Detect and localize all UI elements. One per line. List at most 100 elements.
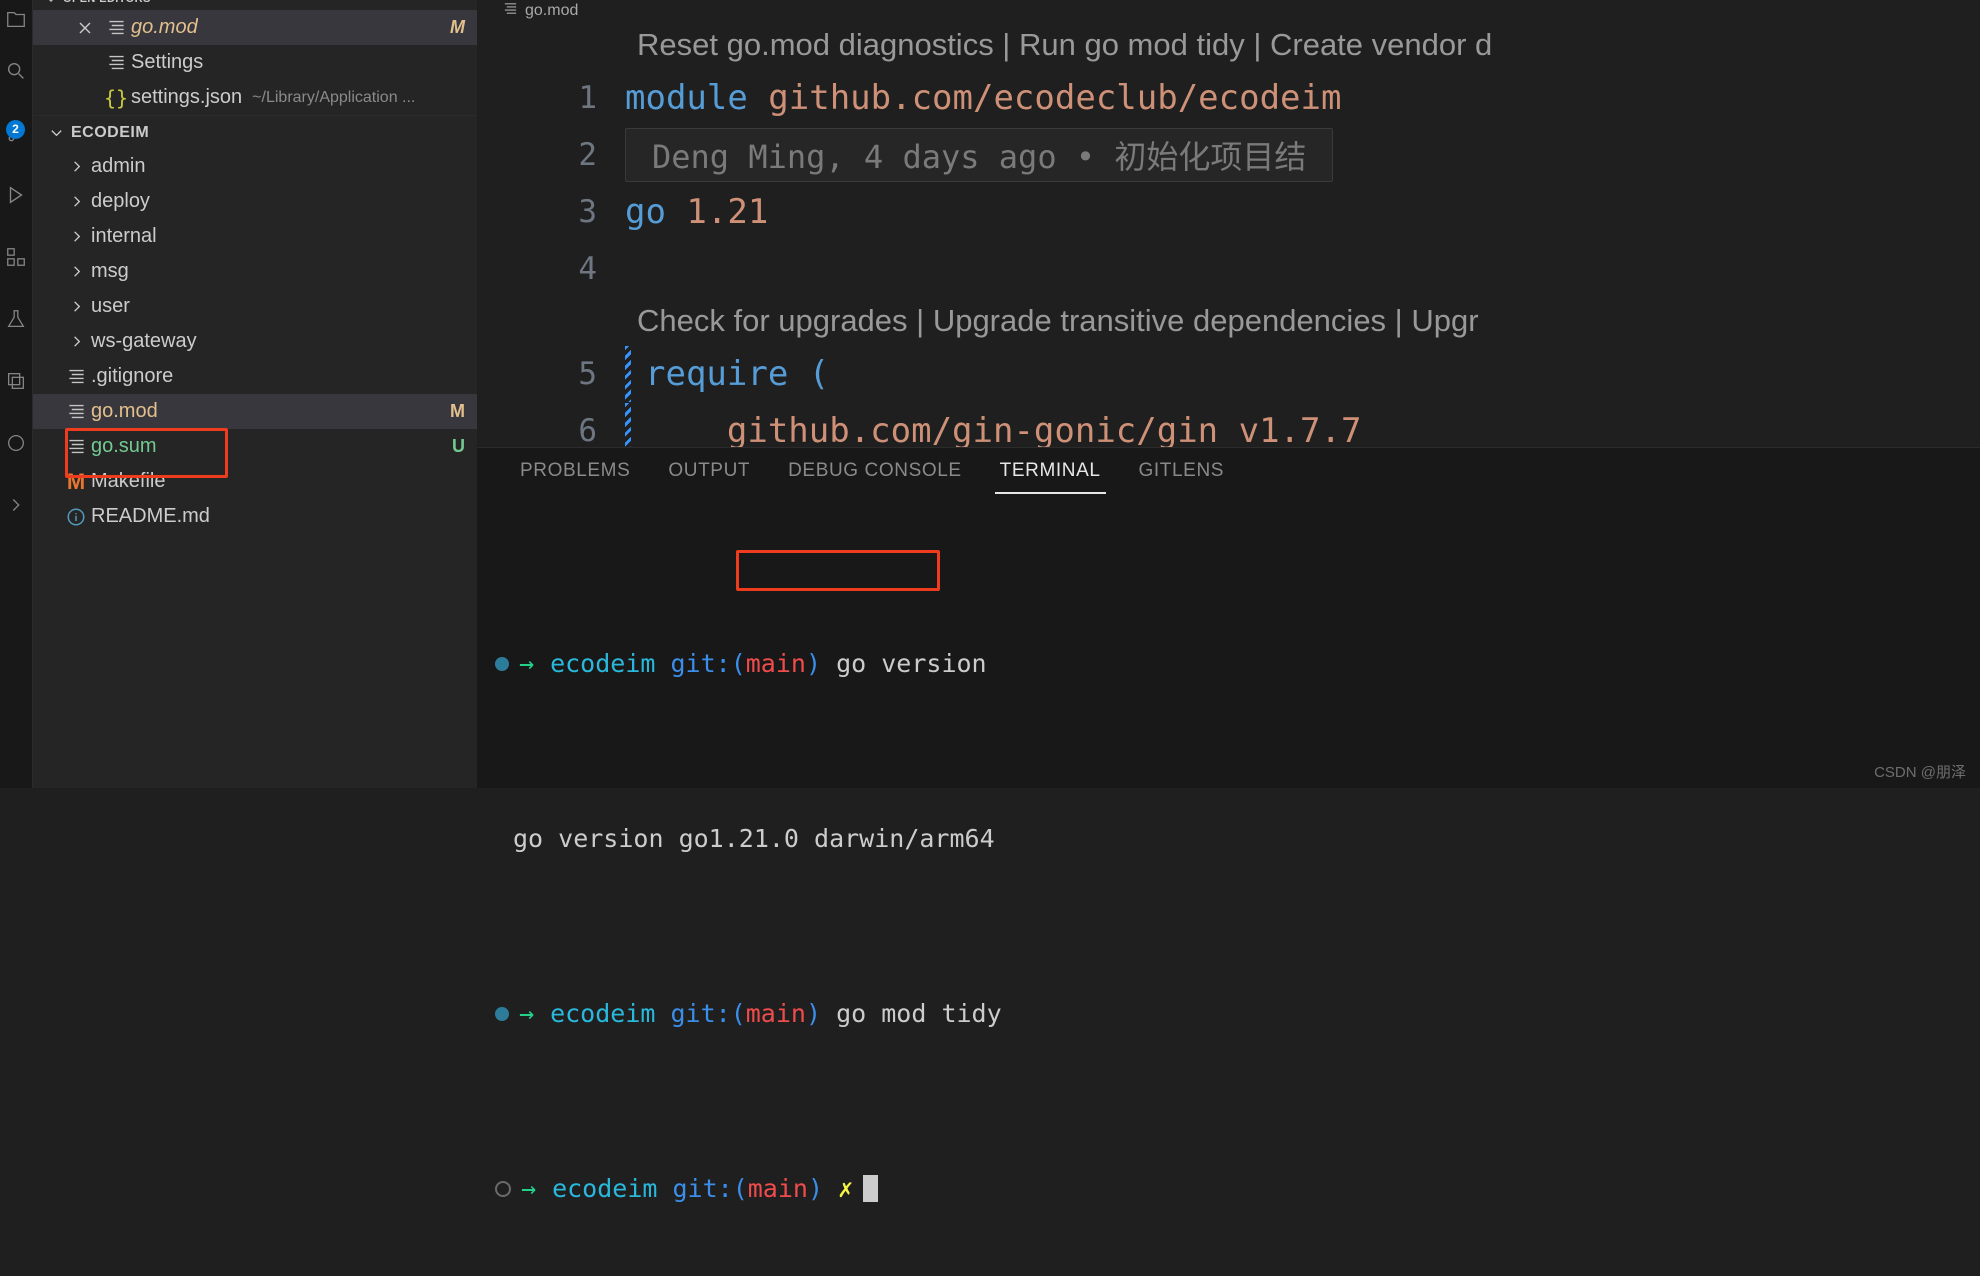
source-control-badge: 2 — [6, 120, 25, 139]
chevron-right-icon[interactable] — [61, 229, 91, 244]
chevron-right-icon[interactable] — [61, 194, 91, 209]
tree-item-go-sum[interactable]: go.sum U — [33, 429, 477, 464]
tab-gitlens[interactable]: GITLENS — [1120, 448, 1244, 494]
code-content: module github.com/ecodeclub/ecodeim — [625, 78, 1341, 118]
terminal-prompt-line: → ecodeim git:(main) ✗ — [489, 1171, 1980, 1206]
tree-item-label: .gitignore — [91, 365, 174, 387]
open-editor-item-settings[interactable]: Settings — [33, 45, 477, 80]
tree-item-internal[interactable]: internal — [33, 219, 477, 254]
codelens-mid[interactable]: Check for upgrades | Upgrade transitive … — [477, 297, 1980, 345]
terminal-git-prefix: git:( — [670, 649, 746, 678]
tree-item-label: admin — [91, 155, 146, 177]
terminal-cursor — [863, 1175, 879, 1202]
close-icon[interactable] — [69, 20, 101, 36]
search-icon[interactable] — [0, 40, 32, 102]
git-status-badge: U — [452, 436, 465, 456]
open-editor-label: go.mod — [131, 16, 198, 38]
open-editor-label: Settings — [131, 51, 204, 73]
file-lines-icon — [101, 53, 131, 72]
file-lines-icon — [61, 437, 91, 456]
git-status-badge: M — [450, 401, 465, 421]
account-icon[interactable] — [0, 474, 32, 536]
open-editor-item-go-mod[interactable]: go.mod M — [33, 10, 477, 45]
explorer-icon[interactable] — [0, 0, 32, 40]
tree-item-gitignore[interactable]: .gitignore — [33, 359, 477, 394]
terminal-output[interactable]: → ecodeim git:(main) go version go versi… — [477, 494, 1980, 1276]
code-line-3: 3 go 1.21 — [477, 183, 1980, 240]
line-number: 4 — [578, 250, 597, 287]
run-debug-icon[interactable] — [0, 164, 32, 226]
tree-item-label: deploy — [91, 190, 150, 212]
bottom-panel: PROBLEMS OUTPUT DEBUG CONSOLE TERMINAL G… — [477, 447, 1980, 1203]
code-content: github.com/gin-gonic/gin v1.7.7 — [645, 411, 1362, 447]
watermark: CSDN @朋泽 — [1874, 764, 1966, 781]
tab-debug-console[interactable]: DEBUG CONSOLE — [769, 448, 981, 494]
tree-item-deploy[interactable]: deploy — [33, 184, 477, 219]
tree-item-label: user — [91, 295, 130, 317]
token-keyword: require ( — [645, 353, 830, 394]
terminal-git-prefix: git:( — [672, 1174, 748, 1203]
extensions-icon[interactable] — [0, 226, 32, 288]
terminal-output-text: go version go1.21.0 darwin/arm64 — [513, 824, 995, 853]
breadcrumb-filename: go.mod — [525, 1, 579, 19]
chevron-right-icon[interactable] — [61, 159, 91, 174]
tree-item-msg[interactable]: msg — [33, 254, 477, 289]
token-version: 1.21 — [686, 191, 769, 232]
arrow-icon: → — [519, 999, 535, 1028]
arrow-icon: → — [521, 1174, 537, 1203]
remote-explorer-icon[interactable] — [0, 350, 32, 412]
chevron-right-icon[interactable] — [61, 334, 91, 349]
tree-item-makefile[interactable]: M Makefile — [33, 464, 477, 499]
tree-item-ws-gateway[interactable]: ws-gateway — [33, 324, 477, 359]
open-editor-item-settings-json[interactable]: {} settings.json ~/Library/Application .… — [33, 80, 477, 115]
tree-item-go-mod[interactable]: go.mod M — [33, 394, 477, 429]
code-line-4: 4 — [477, 240, 1980, 297]
explorer-root-header[interactable]: ECODEIM — [33, 116, 477, 149]
breadcrumb[interactable]: go.mod — [477, 0, 1980, 22]
tree-item-readme[interactable]: README.md — [33, 499, 477, 534]
code-line-5: 5 require ( — [477, 345, 1980, 402]
tree-item-user[interactable]: user — [33, 289, 477, 324]
terminal-command: go version — [836, 649, 987, 678]
tab-terminal[interactable]: TERMINAL — [981, 448, 1120, 494]
sidebar-explorer: OPEN EDITORS go.mod M Setti — [33, 0, 477, 788]
panel-tabs: PROBLEMS OUTPUT DEBUG CONSOLE TERMINAL G… — [477, 448, 1980, 494]
terminal-output-line: go version go1.21.0 darwin/arm64 — [489, 821, 1980, 856]
open-editors-title: OPEN EDITORS — [63, 0, 151, 5]
tree-item-label: msg — [91, 260, 129, 282]
line-number: 5 — [578, 355, 597, 392]
tree-item-label: ws-gateway — [91, 330, 197, 352]
editor-area: go.mod Reset go.mod diagnostics | Run go… — [477, 0, 1980, 1203]
code-editor[interactable]: Reset go.mod diagnostics | Run go mod ti… — [477, 21, 1980, 447]
terminal-dir: ecodeim — [550, 999, 656, 1028]
git-blame-annotation[interactable]: Deng Ming, 4 days ago • 初始化项目结 — [625, 127, 1334, 182]
explorer-root-title: ECODEIM — [71, 123, 150, 141]
file-lines-icon — [61, 402, 91, 421]
codelens-top[interactable]: Reset go.mod diagnostics | Run go mod ti… — [477, 21, 1980, 69]
chevron-right-icon[interactable] — [61, 264, 91, 279]
file-lines-icon — [61, 367, 91, 386]
terminal-dir: ecodeim — [550, 649, 656, 678]
token-keyword: module — [625, 77, 769, 118]
tree-item-admin[interactable]: admin — [33, 149, 477, 184]
status-dot-icon — [495, 1006, 509, 1021]
info-icon — [61, 507, 91, 527]
terminal-git-suffix: ) — [805, 999, 822, 1028]
testing-icon[interactable] — [0, 288, 32, 350]
tab-output[interactable]: OUTPUT — [649, 448, 769, 494]
status-dot-icon — [495, 656, 509, 671]
vscode-window: 2 go.mod M Settings {} settings.json ~/L… — [0, 0, 1980, 1203]
code-line-1: 1 module github.com/ecodeclub/ecodeim — [477, 69, 1980, 126]
chevron-right-icon[interactable] — [61, 299, 91, 314]
arrow-icon: → — [519, 649, 535, 678]
tree-item-label: internal — [91, 225, 157, 247]
open-editors-header[interactable]: OPEN EDITORS — [33, 0, 477, 10]
chevron-down-icon — [43, 0, 59, 7]
tree-item-label: go.sum — [91, 435, 157, 457]
tab-problems[interactable]: PROBLEMS — [501, 448, 649, 494]
code-content: go 1.21 — [625, 192, 768, 232]
docker-icon[interactable] — [0, 412, 32, 474]
tree-item-label: go.mod — [91, 400, 158, 422]
braces-icon: {} — [103, 85, 129, 110]
terminal-git-suffix: ) — [807, 1174, 824, 1203]
